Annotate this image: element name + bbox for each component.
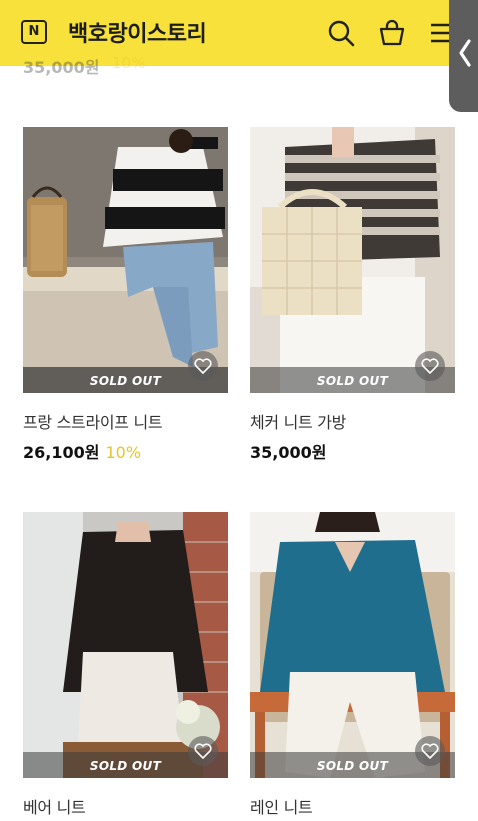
discount-rate: 10%: [105, 443, 142, 462]
wishlist-button[interactable]: [188, 736, 218, 766]
product-card[interactable]: SOLD OUT 체커 니트 가방 35,000원: [250, 127, 455, 467]
wishlist-button[interactable]: [415, 736, 445, 766]
chevron-left-icon[interactable]: [457, 38, 473, 68]
product-name[interactable]: 체커 니트 가방: [250, 409, 346, 433]
product-image-bear-knit[interactable]: SOLD OUT: [23, 512, 228, 778]
logo-icon[interactable]: N: [21, 20, 47, 44]
product-name[interactable]: 베어 니트: [23, 794, 86, 818]
price-value: 26,100원: [23, 443, 100, 462]
side-panel-tab[interactable]: [449, 0, 478, 112]
heart-icon: [194, 358, 212, 374]
product-image-checker-bag[interactable]: SOLD OUT: [250, 127, 455, 393]
wishlist-button[interactable]: [188, 351, 218, 381]
product-price: 26,100원 10%: [23, 439, 141, 463]
product-card[interactable]: SOLD OUT 베어 니트: [23, 512, 228, 821]
product-card[interactable]: SOLD OUT 레인 니트: [250, 512, 455, 821]
brand-title[interactable]: 백호랑이스토리: [68, 16, 207, 48]
search-icon[interactable]: [326, 18, 356, 48]
heart-icon: [421, 743, 439, 759]
product-image-rain-knit[interactable]: SOLD OUT: [250, 512, 455, 778]
product-price: 35,000원: [250, 439, 332, 463]
wishlist-button[interactable]: [415, 351, 445, 381]
heart-icon: [194, 743, 212, 759]
product-name[interactable]: 레인 니트: [250, 794, 313, 818]
heart-icon: [421, 358, 439, 374]
previous-item-price: 35,000원: [23, 58, 100, 77]
shopping-bag-icon[interactable]: [377, 18, 407, 48]
previous-item-discount: 10%: [112, 54, 146, 72]
product-card[interactable]: SOLD OUT 프랑 스트라이프 니트 26,100원 10%: [23, 127, 228, 467]
product-name[interactable]: 프랑 스트라이프 니트: [23, 409, 163, 433]
price-value: 35,000원: [250, 443, 327, 462]
product-image-striped-knit[interactable]: SOLD OUT: [23, 127, 228, 393]
